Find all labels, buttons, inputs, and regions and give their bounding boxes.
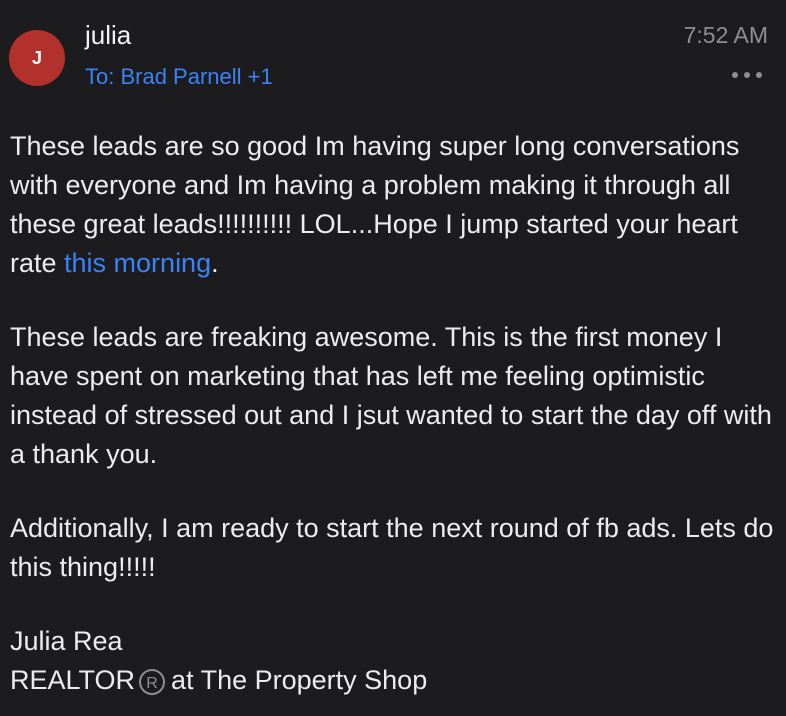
registered-mark-icon: R	[139, 668, 166, 695]
signature-title-pre: REALTOR	[10, 665, 136, 695]
signature-title: REALTOR Rat The Property Shop	[10, 661, 775, 700]
message-time: 7:52 AM	[683, 22, 768, 48]
paragraph-2: These leads are freaking awesome. This i…	[10, 322, 772, 469]
signature-title-post: at The Property Shop	[171, 665, 428, 695]
date-link[interactable]: this morning	[64, 248, 211, 278]
avatar-initial: J	[31, 47, 42, 68]
ellipsis-icon	[732, 72, 738, 78]
sender-avatar[interactable]: J	[9, 30, 65, 86]
paragraph-1-end: .	[211, 248, 219, 278]
ellipsis-icon	[744, 72, 750, 78]
message-body: These leads are so good Im having super …	[10, 127, 775, 700]
ellipsis-icon	[756, 72, 762, 78]
recipients-link[interactable]: To: Brad Parnell +1	[85, 64, 273, 90]
sender-name[interactable]: julia	[85, 20, 131, 51]
paragraph-1: These leads are so good Im having super …	[10, 127, 775, 283]
paragraph-3: Additionally, I am ready to start the ne…	[10, 513, 774, 582]
more-options-button[interactable]	[732, 65, 762, 85]
signature-name: Julia Rea	[10, 626, 123, 656]
